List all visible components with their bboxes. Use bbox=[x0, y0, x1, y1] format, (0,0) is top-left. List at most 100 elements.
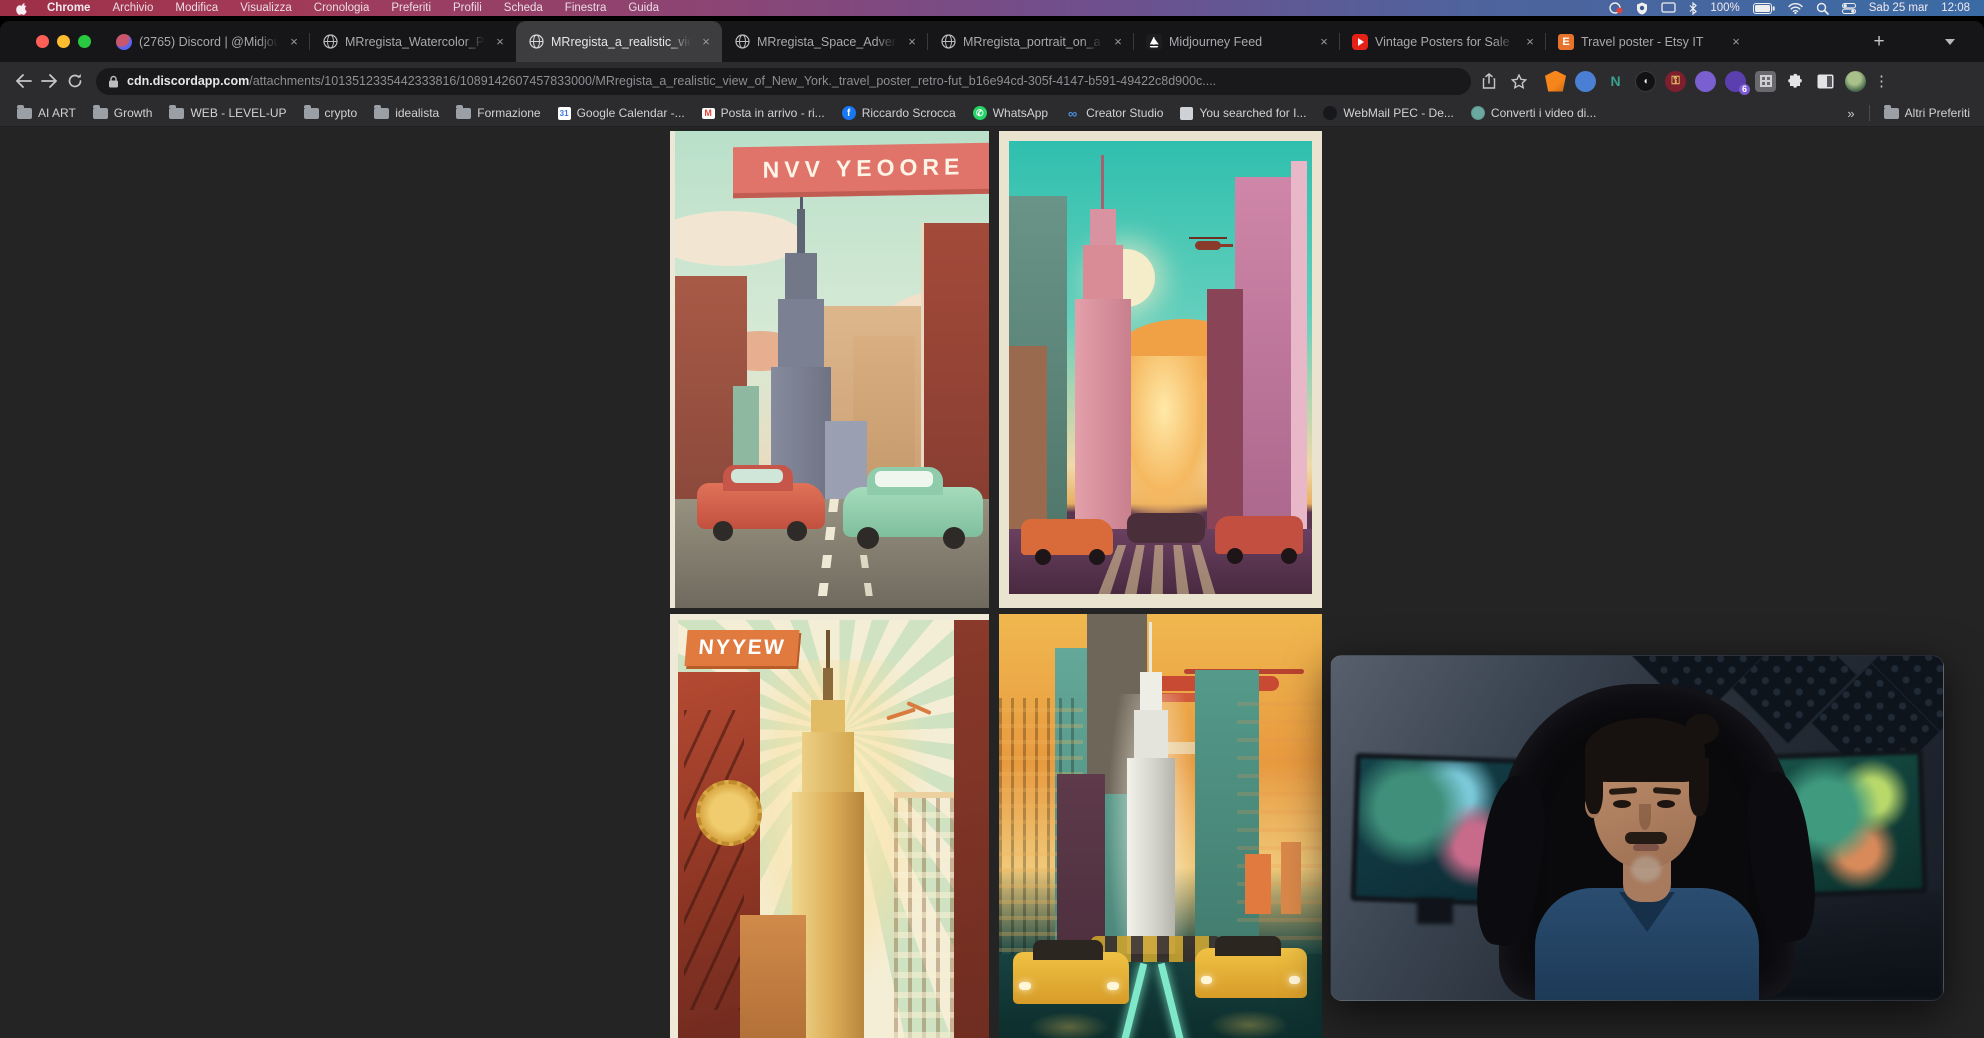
gmail-icon bbox=[702, 108, 715, 119]
apple-menu-icon[interactable] bbox=[16, 2, 29, 15]
screen-record-icon[interactable] bbox=[1609, 2, 1623, 14]
mustache bbox=[1625, 832, 1667, 844]
purple-extension-icon[interactable] bbox=[1695, 71, 1716, 92]
battery-icon[interactable] bbox=[1753, 3, 1775, 14]
bookmark-folder-growth[interactable]: Growth bbox=[93, 106, 153, 120]
folder-icon bbox=[93, 108, 108, 119]
bookmark-label: Altri Preferiti bbox=[1905, 106, 1970, 120]
tab-close-icon[interactable]: × bbox=[1110, 34, 1126, 50]
sidebar-panel-icon[interactable] bbox=[1815, 71, 1836, 92]
poster-bottom-right[interactable] bbox=[999, 614, 1322, 1038]
converter-icon bbox=[1471, 106, 1485, 120]
spotlight-search-icon[interactable] bbox=[1816, 2, 1829, 15]
teal-n-extension-icon[interactable]: N bbox=[1605, 71, 1626, 92]
bookmark-facebook-profile[interactable]: Riccardo Scrocca bbox=[842, 106, 956, 120]
tab-close-icon[interactable]: × bbox=[286, 34, 302, 50]
window-close-button[interactable] bbox=[36, 35, 49, 48]
chrome-menu-kebab-icon[interactable]: ⋮ bbox=[1874, 78, 1888, 85]
bookmark-folder-formazione[interactable]: Formazione bbox=[456, 106, 540, 120]
new-tab-button[interactable]: + bbox=[1866, 29, 1892, 55]
bookmark-folder-web-level-up[interactable]: WEB - LEVEL-UP bbox=[169, 106, 286, 120]
tab-search-chevron-icon[interactable] bbox=[1944, 36, 1956, 48]
car-wheel bbox=[943, 527, 965, 549]
car-wheel bbox=[1089, 549, 1105, 565]
bookmark-you-searched[interactable]: You searched for I... bbox=[1180, 106, 1306, 120]
shield-icon[interactable] bbox=[1636, 2, 1648, 15]
extensions-puzzle-icon[interactable] bbox=[1785, 71, 1806, 92]
helicopter-rotor bbox=[1189, 237, 1227, 239]
purple-badge-extension-icon[interactable]: 6 bbox=[1725, 71, 1746, 92]
midjourney-image-grid[interactable]: NVV YEOORE bbox=[670, 131, 1322, 1038]
menu-item-visualizza[interactable]: Visualizza bbox=[240, 2, 292, 14]
menu-item-modifica[interactable]: Modifica bbox=[175, 2, 218, 14]
menu-item-scheda[interactable]: Scheda bbox=[504, 2, 543, 14]
bookmark-gmail-inbox[interactable]: Posta in arrivo - ri... bbox=[702, 106, 825, 120]
control-center-icon[interactable] bbox=[1842, 3, 1856, 14]
tab-vintage-posters[interactable]: Vintage Posters for Sale | × bbox=[1340, 21, 1546, 62]
grid-extension-icon[interactable] bbox=[1755, 71, 1776, 92]
keeper-key-extension-icon[interactable]: ⚿ bbox=[1665, 71, 1686, 92]
bookmark-folder-ai-art[interactable]: AI ART bbox=[17, 106, 76, 120]
tab-space-adventure[interactable]: MRregista_Space_Advent × bbox=[722, 21, 928, 62]
poster-top-left[interactable]: NVV YEOORE bbox=[670, 131, 989, 608]
bookmark-label: WhatsApp bbox=[993, 106, 1048, 120]
reload-button[interactable] bbox=[62, 68, 88, 94]
person bbox=[1527, 692, 1767, 1000]
hair-bun bbox=[1685, 714, 1719, 744]
tab-discord[interactable]: (2765) Discord | @Midjou × bbox=[104, 21, 310, 62]
bookmark-folder-idealista[interactable]: idealista bbox=[374, 106, 439, 120]
tab-label: Travel poster - Etsy IT bbox=[1581, 35, 1721, 49]
menu-item-archivio[interactable]: Archivio bbox=[112, 2, 153, 14]
back-button[interactable] bbox=[10, 68, 36, 94]
menu-item-preferiti[interactable]: Preferiti bbox=[391, 2, 431, 14]
blue-extension-icon[interactable] bbox=[1575, 71, 1596, 92]
taxi-window bbox=[1215, 936, 1281, 956]
poster-bottom-left[interactable]: NYYEW bbox=[670, 614, 989, 1038]
menubar-time[interactable]: 12:08 bbox=[1941, 2, 1970, 14]
tab-watercolor[interactable]: MRregista_Watercolor_Pa × bbox=[310, 21, 516, 62]
menu-item-profili[interactable]: Profili bbox=[453, 2, 482, 14]
menu-item-guida[interactable]: Guida bbox=[628, 2, 659, 14]
poster-art bbox=[1009, 141, 1312, 594]
share-icon[interactable] bbox=[1477, 69, 1501, 93]
tab-close-icon[interactable]: × bbox=[698, 34, 714, 50]
tab-realistic-view-active[interactable]: MRregista_a_realistic_vie × bbox=[516, 21, 722, 62]
tab-close-icon[interactable]: × bbox=[904, 34, 920, 50]
tab-portrait[interactable]: MRregista_portrait_on_a × bbox=[928, 21, 1134, 62]
window-zoom-button[interactable] bbox=[78, 35, 91, 48]
menubar-date[interactable]: Sab 25 mar bbox=[1869, 2, 1928, 14]
menu-item-chrome[interactable]: Chrome bbox=[47, 2, 90, 14]
tab-etsy[interactable]: Travel poster - Etsy IT × bbox=[1546, 21, 1752, 62]
tab-close-icon[interactable]: × bbox=[1728, 34, 1744, 50]
bookmark-google-calendar[interactable]: Google Calendar -... bbox=[558, 106, 685, 120]
tab-label: Vintage Posters for Sale | bbox=[1375, 35, 1515, 49]
metamask-extension-icon[interactable] bbox=[1545, 71, 1566, 92]
profile-avatar[interactable] bbox=[1845, 71, 1866, 92]
bookmarks-overflow-chevron[interactable]: » bbox=[1847, 106, 1854, 121]
bookmark-whatsapp[interactable]: WhatsApp bbox=[973, 106, 1048, 120]
tab-close-icon[interactable]: × bbox=[1316, 34, 1332, 50]
tab-close-icon[interactable]: × bbox=[1522, 34, 1538, 50]
menu-item-cronologia[interactable]: Cronologia bbox=[314, 2, 370, 14]
car-wheel bbox=[1281, 548, 1297, 564]
bookmark-webmail-pec[interactable]: WebMail PEC - De... bbox=[1323, 106, 1453, 120]
bookmark-converti-video[interactable]: Converti i video di... bbox=[1471, 106, 1596, 120]
window-minimize-button[interactable] bbox=[57, 35, 70, 48]
bookmark-label: You searched for I... bbox=[1199, 106, 1306, 120]
bookmark-creator-studio[interactable]: Creator Studio bbox=[1065, 106, 1163, 120]
bookmark-folder-crypto[interactable]: crypto bbox=[304, 106, 358, 120]
bookmark-folder-altri-preferiti[interactable]: Altri Preferiti bbox=[1884, 106, 1970, 120]
wifi-icon[interactable] bbox=[1788, 3, 1803, 14]
url-bar[interactable]: cdn.discordapp.com /attachments/10135123… bbox=[96, 68, 1471, 95]
forward-button[interactable] bbox=[36, 68, 62, 94]
dark-round-extension-icon[interactable]: ◖ bbox=[1635, 71, 1656, 92]
bookmark-label: Posta in arrivo - ri... bbox=[721, 106, 825, 120]
tab-close-icon[interactable]: × bbox=[492, 34, 508, 50]
menu-item-finestra[interactable]: Finestra bbox=[565, 2, 607, 14]
poster-top-right[interactable] bbox=[999, 131, 1322, 608]
tab-midjourney-feed[interactable]: Midjourney Feed × bbox=[1134, 21, 1340, 62]
bluetooth-icon[interactable] bbox=[1689, 2, 1697, 15]
tab-label: (2765) Discord | @Midjou bbox=[139, 35, 279, 49]
bookmark-star-icon[interactable] bbox=[1507, 69, 1531, 93]
display-icon[interactable] bbox=[1661, 2, 1676, 14]
